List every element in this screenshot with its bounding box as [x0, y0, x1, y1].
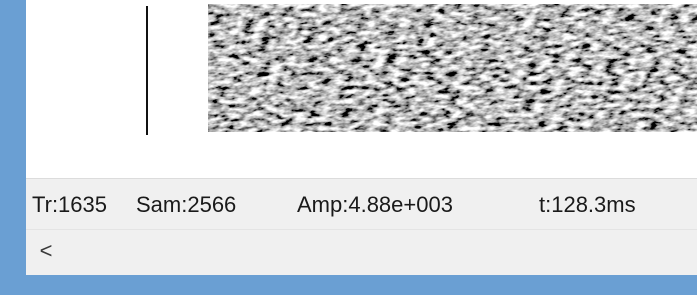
horizontal-scrollbar[interactable]: <	[26, 229, 697, 275]
status-amplitude-readout: Amp:4.88e+003	[297, 192, 453, 217]
trace-axis-line	[146, 6, 148, 135]
seismic-plot-area[interactable]	[26, 0, 697, 178]
status-bar: Tr:1635 Sam:2566 Amp:4.88e+003 t:128.3ms	[26, 178, 697, 229]
seismic-section-image[interactable]	[208, 4, 697, 132]
chevron-left-icon[interactable]: <	[36, 238, 56, 264]
status-sample-readout: Sam:2566	[136, 192, 237, 217]
window-frame-bottom	[0, 275, 697, 295]
window-frame-left	[0, 0, 26, 295]
status-time-readout: t:128.3ms	[539, 192, 636, 217]
seismic-viewer-window: Tr:1635 Sam:2566 Amp:4.88e+003 t:128.3ms…	[26, 0, 697, 275]
status-trace-readout: Tr:1635	[32, 192, 108, 217]
